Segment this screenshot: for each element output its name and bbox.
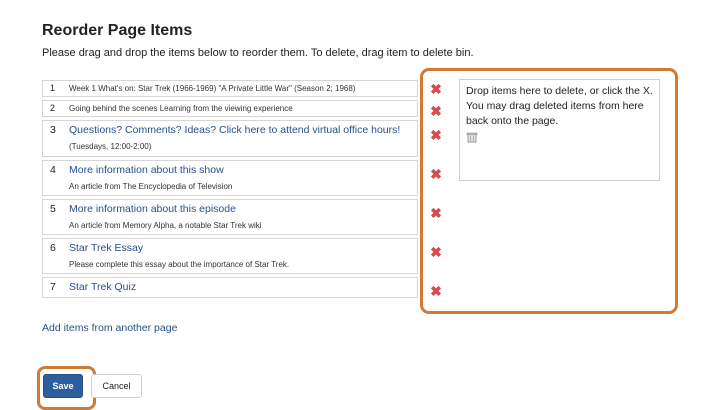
list-item[interactable]: 6 Star Trek Essay Please complete this e…: [42, 238, 418, 274]
item-link[interactable]: Star Trek Essay: [69, 242, 143, 254]
item-number: 5: [50, 203, 56, 215]
page-title: Reorder Page Items: [42, 22, 193, 39]
list-item[interactable]: 7 Star Trek Quiz: [42, 277, 418, 298]
close-icon[interactable]: ✖: [430, 128, 442, 142]
close-icon[interactable]: ✖: [430, 206, 442, 220]
item-number: 4: [50, 164, 56, 176]
item-link[interactable]: More information about this episode: [69, 203, 236, 215]
item-link[interactable]: Star Trek Quiz: [69, 281, 136, 293]
item-number: 1: [50, 83, 56, 93]
item-subtitle: Please complete this essay about the imp…: [69, 260, 290, 269]
item-text: Week 1 What's on: Star Trek (1966-1969) …: [69, 83, 356, 93]
delete-bin[interactable]: Drop items here to delete, or click the …: [459, 79, 660, 181]
close-icon[interactable]: ✖: [430, 82, 442, 96]
close-icon[interactable]: ✖: [430, 104, 442, 118]
item-text: Going behind the scenes Learning from th…: [69, 103, 293, 113]
instructions-text: Please drag and drop the items below to …: [42, 47, 474, 59]
list-item[interactable]: 2 Going behind the scenes Learning from …: [42, 100, 418, 117]
item-subtitle: An article from The Encyclopedia of Tele…: [69, 182, 233, 191]
page-items-list: 1 Week 1 What's on: Star Trek (1966-1969…: [42, 80, 418, 301]
add-items-link[interactable]: Add items from another page: [42, 322, 177, 334]
close-icon[interactable]: ✖: [430, 167, 442, 181]
item-number: 2: [50, 103, 56, 113]
list-item[interactable]: 1 Week 1 What's on: Star Trek (1966-1969…: [42, 80, 418, 97]
item-number: 6: [50, 242, 56, 254]
list-item[interactable]: 4 More information about this show An ar…: [42, 160, 418, 196]
list-item[interactable]: 5 More information about this episode An…: [42, 199, 418, 235]
cancel-button[interactable]: Cancel: [91, 374, 142, 398]
item-link[interactable]: Questions? Comments? Ideas? Click here t…: [69, 124, 400, 136]
item-number: 3: [50, 124, 56, 136]
close-icon[interactable]: ✖: [430, 284, 442, 298]
item-subtitle: An article from Memory Alpha, a notable …: [69, 221, 262, 230]
trash-icon: [466, 132, 478, 143]
save-button[interactable]: Save: [43, 374, 83, 398]
close-icon[interactable]: ✖: [430, 245, 442, 259]
item-link[interactable]: More information about this show: [69, 164, 224, 176]
item-number: 7: [50, 281, 56, 293]
delete-bin-text: Drop items here to delete, or click the …: [466, 85, 653, 127]
item-subtitle: (Tuesdays, 12:00-2:00): [69, 142, 152, 151]
list-item[interactable]: 3 Questions? Comments? Ideas? Click here…: [42, 120, 418, 157]
